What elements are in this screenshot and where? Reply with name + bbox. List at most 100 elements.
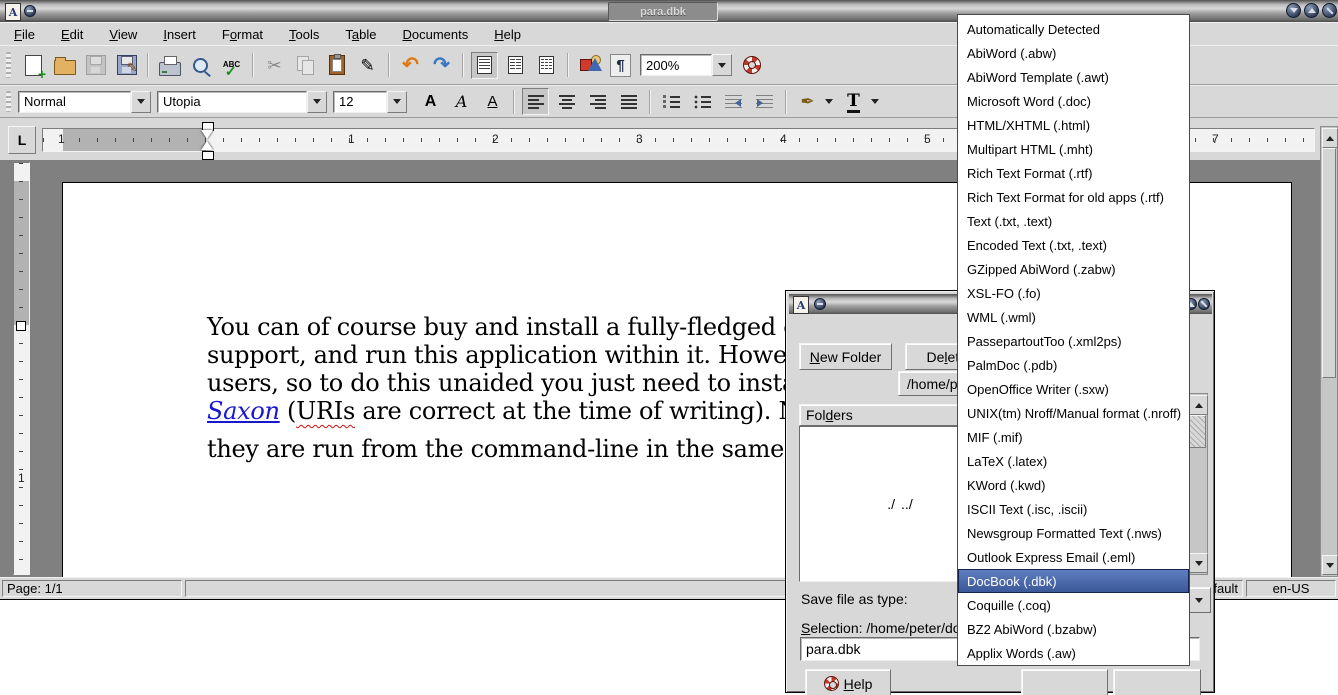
font-color-button[interactable]: T [840,88,867,115]
style-value[interactable]: Normal [18,91,131,113]
file-format-option[interactable]: WML (.wml) [958,305,1189,329]
tab-stop-selector-button[interactable]: L [8,126,36,154]
files-scroll-down-button[interactable] [1189,553,1208,573]
zoom-combo[interactable]: 200% [640,54,732,76]
menu-item[interactable]: Help [494,27,521,42]
zoom-whole-page-button[interactable] [576,52,603,79]
file-format-option[interactable]: Microsoft Word (.doc) [958,89,1189,113]
file-format-option[interactable]: Multipart HTML (.mht) [958,137,1189,161]
file-format-option[interactable]: PassepartoutToo (.xml2ps) [958,329,1189,353]
menu-item[interactable]: Format [222,27,263,42]
indent-markers[interactable] [201,122,214,160]
file-format-option[interactable]: Rich Text Format (.rtf) [958,161,1189,185]
window-menu-button[interactable] [24,5,36,17]
files-scroll-thumb[interactable] [1189,415,1206,448]
open-button[interactable] [51,52,78,79]
align-right-button[interactable] [584,88,611,115]
highlight-color-arrow[interactable] [823,92,835,112]
font-combo-arrow[interactable] [307,91,327,113]
file-format-option[interactable]: MIF (.mif) [958,425,1189,449]
highlight-color-button[interactable]: ✒ [794,88,821,115]
file-format-option[interactable]: AbiWord (.abw) [958,41,1189,65]
zoom-combo-arrow[interactable] [712,54,732,76]
menu-item[interactable]: Insert [163,27,196,42]
underline-button[interactable]: A [479,88,506,115]
show-formatting-marks-button[interactable]: ¶ [607,52,634,79]
file-format-option[interactable]: LaTeX (.latex) [958,449,1189,473]
help-button[interactable] [738,52,765,79]
file-format-option[interactable]: Automatically Detected [958,17,1189,41]
increase-indent-button[interactable] [751,88,778,115]
paste-button[interactable] [323,52,350,79]
zoom-value[interactable]: 200% [640,54,712,76]
folder-item[interactable]: ./ [881,493,895,515]
file-format-option[interactable]: ISCII Text (.isc, .iscii) [958,497,1189,521]
view-normal-button[interactable] [471,52,498,79]
font-size-combo[interactable]: 12 [333,91,407,113]
font-size-value[interactable]: 12 [333,91,387,113]
new-folder-button[interactable]: New Folder [799,343,892,370]
minimize-button[interactable] [1286,3,1301,18]
file-format-option[interactable]: Rich Text Format for old apps (.rtf) [958,185,1189,209]
undo-button[interactable]: ↶ [397,52,424,79]
style-combo[interactable]: Normal [18,91,151,113]
files-scroll-up-button[interactable] [1189,395,1208,415]
file-format-option[interactable]: KWord (.kwd) [958,473,1189,497]
print-preview-button[interactable] [187,52,214,79]
copy-button[interactable] [292,52,319,79]
save-type-combo-arrow[interactable] [1187,587,1211,613]
save-button[interactable] [82,52,109,79]
titlebar-document-tab[interactable]: para.dbk [608,2,718,21]
file-format-option[interactable]: Outlook Express Email (.eml) [958,545,1189,569]
menu-item[interactable]: File [14,27,35,42]
file-format-option[interactable]: Applix Words (.aw) [958,641,1189,665]
file-format-option[interactable]: Coquille (.coq) [958,593,1189,617]
bullet-list-button[interactable] [689,88,716,115]
file-format-option[interactable]: BZ2 AbiWord (.bzabw) [958,617,1189,641]
dialog-window-menu-button[interactable] [814,298,826,310]
new-document-button[interactable]: + [20,52,47,79]
stylus-button[interactable]: ✎ [354,52,381,79]
toolbar-grip[interactable] [6,52,11,79]
toolbar-grip[interactable] [6,91,11,113]
file-format-option[interactable]: DocBook (.dbk) [958,569,1189,593]
menu-item[interactable]: Tools [289,27,319,42]
file-format-option[interactable]: Text (.txt, .text) [958,209,1189,233]
file-format-option[interactable]: AbiWord Template (.awt) [958,65,1189,89]
files-list-scrollbar[interactable] [1187,393,1208,575]
style-combo-arrow[interactable] [131,91,151,113]
file-format-option[interactable]: GZipped AbiWord (.zabw) [958,257,1189,281]
scroll-thumb[interactable] [1322,148,1336,378]
numbered-list-button[interactable] [658,88,685,115]
file-format-option[interactable]: HTML/XHTML (.html) [958,113,1189,137]
file-format-option[interactable]: Encoded Text (.txt, .text) [958,233,1189,257]
cancel-button[interactable] [1113,669,1201,695]
align-left-button[interactable] [522,88,549,115]
file-format-option[interactable]: XSL-FO (.fo) [958,281,1189,305]
view-two-column-button[interactable] [502,52,529,79]
font-color-arrow[interactable] [869,92,881,112]
main-vertical-scrollbar[interactable] [1320,126,1338,577]
ok-button[interactable] [1021,669,1108,695]
file-format-option[interactable]: PalmDoc (.pdb) [958,353,1189,377]
save-as-button[interactable]: ✎ [113,52,140,79]
cut-button[interactable]: ✂ [261,52,288,79]
italic-button[interactable]: A [448,88,475,115]
file-format-option[interactable]: OpenOffice Writer (.sxw) [958,377,1189,401]
decrease-indent-button[interactable] [720,88,747,115]
scroll-down-button[interactable] [1322,555,1338,575]
spellcheck-button[interactable]: ABC✓ [218,52,245,79]
print-button[interactable] [156,52,183,79]
vertical-ruler[interactable]: 1 [13,162,30,575]
menu-item[interactable]: View [109,27,137,42]
menu-item[interactable]: Edit [61,27,83,42]
redo-button[interactable]: ↷ [428,52,455,79]
dialog-help-button[interactable]: Help [805,669,891,695]
align-center-button[interactable] [553,88,580,115]
file-format-option[interactable]: UNIX(tm) Nroff/Manual format (.nroff) [958,401,1189,425]
maximize-button[interactable] [1304,3,1319,18]
font-combo[interactable]: Utopia [157,91,327,113]
menu-item[interactable]: Table [345,27,376,42]
font-value[interactable]: Utopia [157,91,307,113]
font-size-combo-arrow[interactable] [387,91,407,113]
